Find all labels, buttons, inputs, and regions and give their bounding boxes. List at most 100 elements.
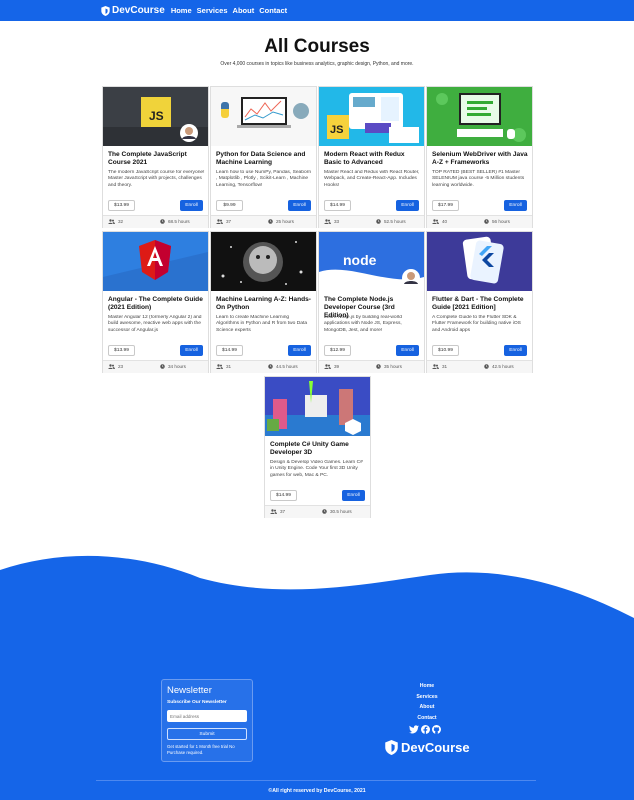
svg-text:node: node: [343, 252, 377, 268]
angular-thumbnail[interactable]: [103, 232, 208, 291]
student-count-value: 23: [118, 364, 124, 369]
course-description: Learn Node.js by building real-world app…: [324, 315, 403, 333]
shield-logo-icon: [101, 5, 110, 16]
course-title[interactable]: Angular - The Complete Guide (2021 Editi…: [108, 296, 205, 312]
course-duration: 44.5 hours: [268, 364, 298, 369]
newsletter-box: Newsletter Subscribe Our Newsletter Subm…: [161, 679, 253, 762]
clock-icon: [376, 219, 381, 224]
course-duration-value: 35 hours: [384, 364, 402, 369]
course-title[interactable]: Python for Data Science and Machine Lear…: [216, 151, 313, 167]
student-count-value: 31: [226, 364, 232, 369]
users-icon: [270, 509, 277, 514]
course-price: $14.99: [270, 490, 297, 501]
enroll-button[interactable]: Enroll: [288, 200, 311, 211]
footer-link-contact[interactable]: Contact: [400, 715, 454, 721]
course-description: The modern JavaScript course for everyon…: [108, 170, 205, 188]
course-card-footer: 31 44.5 hours: [211, 360, 316, 373]
nav-link-services[interactable]: Services: [197, 6, 228, 15]
clock-icon: [160, 219, 165, 224]
student-count: 37: [270, 509, 285, 514]
nav-link-contact[interactable]: Contact: [259, 6, 287, 15]
python-thumbnail[interactable]: [211, 87, 316, 146]
course-card-footer: 31 42.5 hours: [427, 360, 532, 373]
student-count: 40: [432, 219, 447, 224]
course-duration: 42.5 hours: [484, 364, 514, 369]
facebook-icon[interactable]: [421, 725, 430, 734]
footer-link-about[interactable]: About: [400, 704, 454, 710]
course-card-footer: 33 52.5 hours: [319, 215, 424, 228]
brand-logo[interactable]: DevCourse: [101, 5, 165, 16]
footer-link-services[interactable]: Services: [400, 694, 454, 700]
nodejs-thumbnail[interactable]: node: [319, 232, 424, 291]
course-price: $14.99: [324, 200, 351, 211]
student-count-value: 40: [442, 219, 448, 224]
course-card: Flutter & Dart - The Complete Guide [202…: [426, 231, 533, 373]
clock-icon: [268, 364, 273, 369]
course-title[interactable]: Flutter & Dart - The Complete Guide [202…: [432, 296, 529, 312]
selenium-thumbnail[interactable]: [427, 87, 532, 146]
course-description: A Complete Guide to the Flutter SDK & Fl…: [432, 315, 521, 333]
machine-learning-thumbnail[interactable]: [211, 232, 316, 291]
course-duration-value: 25 hours: [276, 219, 294, 224]
email-input[interactable]: [167, 710, 247, 722]
react-thumbnail[interactable]: JS: [319, 87, 424, 146]
footer: [0, 620, 634, 800]
users-icon: [324, 364, 331, 369]
course-duration-value: 44.5 hours: [276, 364, 298, 369]
users-icon: [432, 364, 439, 369]
nav-link-home[interactable]: Home: [171, 6, 192, 15]
course-title[interactable]: Selenium WebDriver with Java A-Z + Frame…: [432, 151, 529, 167]
newsletter-note: Get started for 1 Month free trial No Pu…: [167, 744, 235, 755]
enroll-button[interactable]: Enroll: [396, 200, 419, 211]
enroll-button[interactable]: Enroll: [504, 345, 527, 356]
course-title[interactable]: The Complete JavaScript Course 2021: [108, 151, 205, 167]
course-title[interactable]: Complete C# Unity Game Developer 3D: [270, 441, 367, 457]
course-card-footer: 23 34 hours: [103, 360, 208, 373]
javascript-thumbnail[interactable]: JS: [103, 87, 208, 146]
shield-logo-icon: [385, 740, 398, 755]
footer-brand[interactable]: DevCourse: [385, 740, 470, 755]
course-description: Learn how to use NumPy, Pandas, Seaborn …: [216, 170, 312, 188]
student-count: 23: [108, 364, 123, 369]
student-count: 31: [432, 364, 447, 369]
github-icon[interactable]: [432, 725, 441, 734]
course-card-footer: 32 68.5 hours: [103, 215, 208, 228]
course-title[interactable]: Machine Learning A-Z: Hands-On Python: [216, 296, 313, 312]
student-count: 32: [108, 219, 123, 224]
enroll-button[interactable]: Enroll: [342, 490, 365, 501]
enroll-button[interactable]: Enroll: [180, 345, 203, 356]
enroll-button[interactable]: Enroll: [180, 200, 203, 211]
student-count: 33: [324, 219, 339, 224]
footer-link-home[interactable]: Home: [400, 683, 454, 689]
nav-link-about[interactable]: About: [233, 6, 255, 15]
course-duration: 68.5 hours: [160, 219, 190, 224]
course-duration: 30.5 hours: [322, 509, 352, 514]
enroll-button[interactable]: Enroll: [396, 345, 419, 356]
course-duration-value: 68.5 hours: [168, 219, 190, 224]
course-title[interactable]: Modern React with Redux Basic to Advance…: [324, 151, 421, 167]
svg-text:JS: JS: [330, 124, 343, 136]
flutter-thumbnail[interactable]: [427, 232, 532, 291]
svg-text:JS: JS: [149, 109, 164, 123]
twitter-icon[interactable]: [409, 725, 419, 734]
course-description: Master Angular 12 (formerly Angular 2) a…: [108, 315, 202, 333]
unity-thumbnail[interactable]: [265, 377, 370, 436]
course-duration-value: 52.5 hours: [384, 219, 406, 224]
course-card: JS The Complete JavaScript Course 2021 T…: [102, 86, 209, 228]
enroll-button[interactable]: Enroll: [288, 345, 311, 356]
submit-button[interactable]: Submit: [167, 728, 247, 740]
course-duration-value: 34 hours: [168, 364, 186, 369]
student-count: 31: [216, 364, 231, 369]
course-duration: 52.5 hours: [376, 219, 406, 224]
course-description: Master React and Redux with React Router…: [324, 170, 420, 188]
course-description: Design & Develop Video Games. Learn C# i…: [270, 460, 363, 478]
page-title: All Courses: [264, 36, 370, 57]
student-count-value: 33: [334, 219, 340, 224]
course-duration: 34 hours: [160, 364, 186, 369]
footer-divider: [96, 780, 536, 781]
clock-icon: [268, 219, 273, 224]
course-price: $14.99: [216, 345, 243, 356]
student-count-value: 37: [226, 219, 232, 224]
enroll-button[interactable]: Enroll: [504, 200, 527, 211]
clock-icon: [376, 364, 381, 369]
